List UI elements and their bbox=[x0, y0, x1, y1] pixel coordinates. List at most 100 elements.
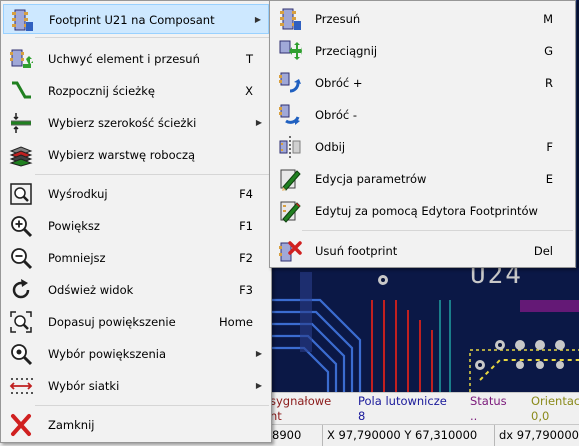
submenu-item-move-label: Przesuń bbox=[315, 12, 361, 26]
submenu-item-rotate-cw-label: Obróć + bbox=[315, 76, 363, 90]
submenu-item-rotate-ccw[interactable]: Obróć - bbox=[272, 100, 573, 130]
submenu-arrow-icon: ▶ bbox=[255, 118, 262, 127]
footprint-submenu: Przesuń M Przeciągnij G Obróć + R Obróć … bbox=[269, 0, 576, 268]
menu-item-zoom-in-label: Powiększ bbox=[48, 219, 100, 233]
footprint-editor-icon bbox=[278, 199, 302, 223]
menu-item-zoom-out-label: Pomniejsz bbox=[48, 251, 106, 265]
menu-item-grid-select[interactable]: Wybór siatki ▶ bbox=[3, 371, 269, 401]
submenu-item-rotate-cw[interactable]: Obróć + R bbox=[272, 68, 573, 98]
submenu-item-drag[interactable]: Przeciągnij G bbox=[272, 36, 573, 66]
msg-col-pads-title: Pola lutownicze bbox=[358, 394, 447, 408]
submenu-item-flip-shortcut: F bbox=[546, 140, 553, 154]
menu-item-zoom-fit-label: Dopasuj powiększenie bbox=[48, 315, 176, 329]
refresh-icon bbox=[9, 278, 33, 302]
submenu-item-drag-label: Przeciągnij bbox=[315, 44, 378, 58]
submenu-arrow-icon: ▶ bbox=[254, 15, 261, 24]
zoom-select-icon bbox=[9, 342, 33, 366]
route-track-icon bbox=[9, 79, 33, 103]
menu-item-start-track-shortcut: X bbox=[245, 84, 253, 98]
submenu-item-flip-label: Odbij bbox=[315, 140, 346, 154]
edit-params-icon bbox=[278, 167, 302, 191]
menu-separator bbox=[35, 405, 269, 406]
menu-item-track-width[interactable]: Wybierz szerokość ścieżki ▶ bbox=[3, 108, 269, 138]
delete-footprint-icon bbox=[278, 239, 302, 263]
menu-item-zoom-fit-shortcut: Home bbox=[219, 315, 253, 329]
msg-col-orientation-value: 0,0 bbox=[531, 409, 550, 423]
menu-item-select-layer-label: Wybierz warstwę roboczą bbox=[48, 148, 196, 162]
menu-item-center[interactable]: Wyśrodkuj F4 bbox=[3, 179, 269, 209]
track-width-icon bbox=[9, 111, 33, 135]
submenu-arrow-icon: ▶ bbox=[255, 349, 262, 358]
msg-col-status: Status .. bbox=[470, 394, 507, 424]
msg-col-status-value: .. bbox=[470, 409, 478, 423]
menu-item-center-label: Wyśrodkuj bbox=[48, 187, 108, 201]
submenu-item-edit-params[interactable]: Edycja parametrów E bbox=[272, 164, 573, 194]
submenu-item-flip[interactable]: Odbij F bbox=[272, 132, 573, 162]
msg-col-status-title: Status bbox=[470, 394, 507, 408]
close-icon bbox=[9, 413, 33, 437]
menu-item-start-track-label: Rozpocznij ścieżkę bbox=[48, 84, 155, 98]
zoom-in-icon bbox=[9, 214, 33, 238]
menu-item-grid-select-label: Wybór siatki bbox=[48, 379, 120, 393]
submenu-item-move[interactable]: Przesuń M bbox=[272, 4, 573, 34]
menu-separator bbox=[302, 230, 573, 231]
submenu-item-rotate-cw-shortcut: R bbox=[545, 76, 553, 90]
flip-icon bbox=[278, 135, 302, 159]
menu-item-redraw[interactable]: Odśwież widok F3 bbox=[3, 275, 269, 305]
submenu-arrow-icon: ▶ bbox=[255, 381, 262, 390]
move-component-icon bbox=[9, 47, 33, 71]
status-cursor-coords: X 97,790000 Y 67,310000 bbox=[322, 425, 494, 446]
menu-separator bbox=[35, 37, 269, 38]
submenu-item-edit-params-label: Edycja parametrów bbox=[315, 172, 427, 186]
rotate-ccw-icon bbox=[278, 103, 302, 127]
menu-item-center-shortcut: F4 bbox=[239, 187, 253, 201]
menu-item-footprint-label: Footprint U21 na Composant bbox=[49, 13, 215, 27]
menu-item-close[interactable]: Zamknij bbox=[3, 410, 269, 440]
submenu-item-delete-label: Usuń footprint bbox=[315, 244, 398, 258]
menu-item-redraw-label: Odśwież widok bbox=[48, 283, 134, 297]
msg-col-orientation-title: Orientacja bbox=[531, 394, 579, 408]
submenu-item-footprint-editor[interactable]: Edytuj za pomocą Edytora Footprintów bbox=[272, 196, 573, 226]
menu-item-zoom-fit[interactable]: Dopasuj powiększenie Home bbox=[3, 307, 269, 337]
menu-item-zoom-in-shortcut: F1 bbox=[239, 219, 253, 233]
msg-col-orientation: Orientacja 0,0 bbox=[531, 394, 579, 424]
submenu-item-delete[interactable]: Usuń footprint Del bbox=[272, 236, 573, 266]
menu-item-grab-move-label: Uchwyć element i przesuń bbox=[48, 52, 200, 66]
menu-item-zoom-in[interactable]: Powiększ F1 bbox=[3, 211, 269, 241]
msg-col-net: sygnałowe nt bbox=[270, 394, 331, 424]
context-menu: Footprint U21 na Composant ▶ Uchwyć elem… bbox=[0, 0, 272, 443]
zoom-center-icon bbox=[9, 182, 33, 206]
menu-item-track-width-label: Wybierz szerokość ścieżki bbox=[48, 116, 197, 130]
submenu-item-move-shortcut: M bbox=[543, 12, 553, 26]
drag-icon bbox=[278, 39, 302, 63]
menu-item-zoom-select-label: Wybór powiększenia bbox=[48, 347, 166, 361]
msg-col-pads: Pola lutownicze 8 bbox=[358, 394, 447, 424]
footprint-icon bbox=[10, 8, 34, 32]
layers-icon bbox=[9, 143, 33, 167]
submenu-item-rotate-ccw-label: Obróć - bbox=[315, 108, 357, 122]
menu-separator bbox=[35, 174, 269, 175]
zoom-fit-icon bbox=[9, 310, 33, 334]
menu-item-start-track[interactable]: Rozpocznij ścieżkę X bbox=[3, 76, 269, 106]
submenu-item-drag-shortcut: G bbox=[544, 44, 553, 58]
rotate-cw-icon bbox=[278, 71, 302, 95]
menu-item-zoom-out[interactable]: Pomniejsz F2 bbox=[3, 243, 269, 273]
submenu-item-footprint-editor-label: Edytuj za pomocą Edytora Footprintów bbox=[315, 204, 538, 218]
menu-item-close-label: Zamknij bbox=[48, 418, 95, 432]
move-icon bbox=[278, 7, 302, 31]
msg-col-pads-value: 8 bbox=[358, 409, 366, 423]
status-zoom: 8900 bbox=[272, 428, 302, 442]
menu-item-zoom-out-shortcut: F2 bbox=[239, 251, 253, 265]
submenu-item-delete-shortcut: Del bbox=[533, 244, 553, 258]
submenu-item-edit-params-shortcut: E bbox=[545, 172, 553, 186]
menu-item-select-layer[interactable]: Wybierz warstwę roboczą bbox=[3, 140, 269, 170]
zoom-out-icon bbox=[9, 246, 33, 270]
menu-item-grab-move-shortcut: T bbox=[245, 52, 253, 66]
grid-icon bbox=[9, 374, 33, 398]
menu-item-footprint[interactable]: Footprint U21 na Composant ▶ bbox=[3, 4, 269, 34]
menu-item-redraw-shortcut: F3 bbox=[239, 283, 253, 297]
msg-col-net-value: nt bbox=[270, 409, 282, 423]
menu-item-grab-move[interactable]: Uchwyć element i przesuń T bbox=[3, 44, 269, 74]
menu-item-zoom-select[interactable]: Wybór powiększenia ▶ bbox=[3, 339, 269, 369]
msg-col-net-title: sygnałowe bbox=[270, 394, 332, 408]
